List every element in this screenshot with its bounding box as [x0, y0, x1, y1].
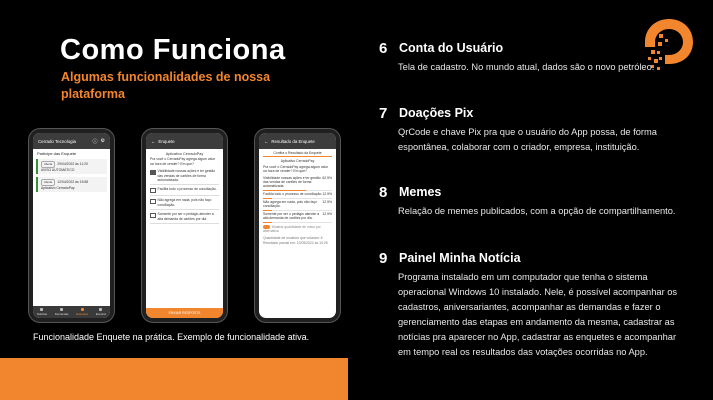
nav-item-eventos[interactable]: Eventos [96, 308, 106, 316]
page-subtitle: Algumas funcionalidades de nossa platafo… [61, 70, 271, 101]
result-bar-fill [263, 189, 307, 192]
status-badge: Aberta [41, 179, 56, 186]
poll-icon [80, 308, 84, 311]
result-label: Não agrega em nada, pois não faço concil… [263, 199, 317, 209]
feature-title: Memes [399, 185, 442, 199]
feature-description: QrCode e chave Pix pra que o usuário do … [398, 127, 657, 152]
result-percent: 12.5% [322, 192, 332, 197]
result-percent: 12.5% [322, 199, 332, 204]
feature-description: Programa instalado em um computador que … [398, 272, 678, 357]
partial-result-time: Resultado parcial em: 12/05/2022 às 10:2… [263, 241, 328, 246]
result-bar [263, 221, 332, 224]
nav-item-demandas[interactable]: Demandas [55, 308, 68, 316]
app-bar-title: Resultado da Enquete [271, 138, 315, 144]
result-bar [263, 209, 332, 211]
app-bar: ← Resultado da Enquete [259, 133, 336, 149]
result-row: 12.5% Facilita todo o processo de concili… [263, 192, 332, 199]
back-arrow-icon[interactable]: ← [151, 139, 155, 144]
poll-option[interactable]: Facilita todo o processo de conciliação. [150, 187, 219, 197]
back-arrow-icon[interactable]: ← [264, 139, 268, 144]
demands-icon [60, 308, 64, 311]
help-icon[interactable]: ⓘ [93, 138, 98, 145]
feature-title: Painel Minha Notícia [399, 251, 521, 265]
feature-number: 6 [379, 40, 388, 57]
result-label: Visibilidade nossas ações e ter gestão d… [263, 175, 321, 189]
news-icon [40, 308, 44, 311]
result-label: Facilita todo o processo de conciliação. [263, 192, 323, 197]
phones-caption: Funcionalidade Enquete na prática. Exemp… [33, 332, 310, 342]
feature-description: Tela de cadastro. No mundo atual, dados … [398, 62, 655, 72]
result-tab: Confira o Resultado da Enquete [263, 151, 332, 158]
feature-number: 9 [379, 250, 388, 267]
poll-card[interactable]: Aberta 12/04/2022 às 15:58 Aplicativo Cer… [36, 177, 107, 193]
events-icon [99, 308, 103, 311]
feature-description: Relação de memes publicados, com a opção… [398, 206, 676, 216]
checkbox[interactable] [150, 169, 156, 176]
vote-count-toggle[interactable]: Mostrar quantidade de votos por alternat… [263, 225, 332, 234]
result-row: 12.5% Somente por ser o pedágio atender a… [263, 211, 332, 224]
phone-screen: ← Resultado da Enquete Confira o Resulta… [259, 133, 336, 318]
poll-question: Pra você o CerradoPay agrega algum valor… [263, 164, 329, 174]
phone-enquete-list: Cerrado Tecnologia ⓘ ⚙ Participe das Enq… [29, 129, 114, 322]
result-percent: 12.5% [322, 211, 332, 216]
feature-title: Conta do Usuário [399, 41, 504, 55]
result-row: 62.5% Visibilidade nossas ações e ter ges… [263, 176, 332, 192]
result-bar-fill [263, 221, 272, 224]
result-bar-fill [263, 209, 272, 211]
result-percent: 62.5% [322, 175, 332, 180]
poll-name: Aplicativo CerradoPay [41, 185, 75, 190]
feature-number: 7 [379, 105, 388, 122]
toggle-switch[interactable] [263, 225, 270, 229]
result-bar-fill [263, 197, 272, 199]
app-bar-title: Enquete [158, 138, 175, 144]
poll-option[interactable]: Não agrega em nada, pois não faço concil… [150, 198, 219, 211]
checkbox[interactable] [150, 198, 156, 205]
settings-icon[interactable]: ⚙ [101, 138, 105, 144]
checkbox[interactable] [150, 187, 156, 194]
send-answer-button[interactable]: ENVIAR RESPOSTA [146, 308, 223, 318]
poll-option[interactable]: Somente por ser o pedágio atender a alta… [150, 212, 219, 225]
app-bar-title: Cerrado Tecnologia [38, 138, 76, 144]
bottom-nav: Notícias Demandas Enquetes Eventos [33, 306, 110, 318]
checkbox[interactable] [150, 212, 156, 219]
result-bar [263, 189, 332, 192]
app-bar: Cerrado Tecnologia ⓘ ⚙ [33, 133, 110, 149]
nav-item-enquetes[interactable]: Enquetes [76, 308, 88, 316]
feature-title: Doações Pix [399, 106, 474, 120]
poll-card[interactable]: Aberta 29/04/2022 às 11:20 AVISO AUTOMÁTI… [36, 159, 107, 175]
poll-name: AVISO AUTOMÁTICO [41, 167, 75, 172]
poll-title: Aplicativo CerradoPay [280, 159, 315, 164]
poll-date: 12/04/2022 às 15:58 [57, 180, 89, 185]
accent-bar [0, 358, 348, 400]
page-title: Como Funciona [60, 34, 286, 66]
result-label: Somente por ser o pedágio atender a alta… [263, 211, 320, 221]
nav-item-noticias[interactable]: Notícias [37, 308, 47, 316]
phone-enquete-vote: ← Enquete Aplicativo CerradoPay Pra você… [142, 129, 227, 322]
app-bar: ← Enquete [146, 133, 223, 149]
section-title: Participe das Enquete [37, 151, 77, 156]
voters-count: Quantidade de usuários que votaram: 8 [263, 235, 323, 240]
feature-number: 8 [379, 184, 388, 201]
result-row: 12.5% Não agrega em nada, pois não faço c… [263, 200, 332, 211]
poll-date: 29/04/2022 às 11:20 [57, 162, 88, 167]
poll-question: Pra você o CerradoPay agrega algum valor… [150, 157, 216, 166]
phone-screen: Cerrado Tecnologia ⓘ ⚙ Participe das Enq… [33, 133, 110, 318]
poll-option[interactable]: Visibilidade nossas ações e ter gestão d… [150, 169, 219, 186]
phone-screen: ← Enquete Aplicativo CerradoPay Pra você… [146, 133, 223, 318]
phone-enquete-result: ← Resultado da Enquete Confira o Resulta… [255, 129, 340, 322]
poll-title: Aplicativo CerradoPay [165, 152, 204, 156]
status-badge: Aberta [41, 161, 56, 168]
result-bar [263, 197, 332, 199]
